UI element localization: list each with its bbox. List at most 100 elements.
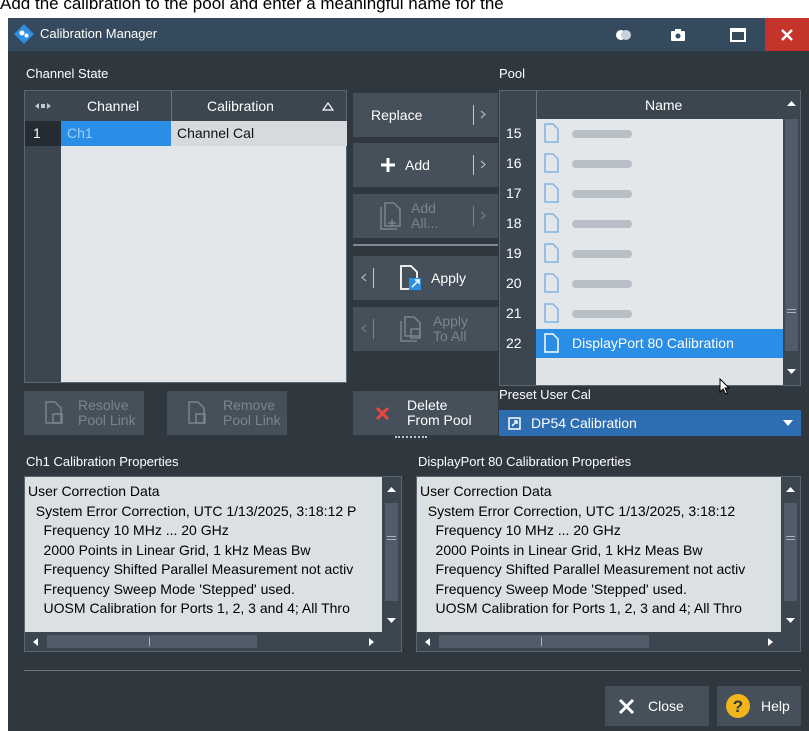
- column-header-name[interactable]: Name: [645, 97, 682, 113]
- scroll-down-icon[interactable]: [386, 617, 397, 624]
- pool-row[interactable]: 21: [500, 299, 783, 328]
- ch1-hscroll-thumb[interactable]: [47, 635, 257, 648]
- scroll-left-icon[interactable]: [32, 637, 39, 647]
- close-button[interactable]: Close: [605, 686, 709, 726]
- blurred-name: [572, 250, 632, 258]
- apply-to-all-button[interactable]: Apply To All: [353, 307, 498, 351]
- pool-name-cell[interactable]: [536, 119, 783, 148]
- calibration-cell[interactable]: Channel Cal: [171, 121, 347, 146]
- scroll-up-icon[interactable]: [386, 486, 397, 493]
- replace-button[interactable]: Replace: [353, 93, 498, 137]
- document-icon: [544, 333, 559, 353]
- help-button[interactable]: ? Help: [717, 686, 801, 726]
- close-window-button[interactable]: [765, 18, 809, 51]
- blurred-name: [572, 160, 632, 168]
- apply-document-icon: [400, 265, 421, 290]
- property-line: 2000 Points in Linear Grid, 1 kHz Meas B…: [28, 541, 311, 558]
- ch1-vertical-scrollbar[interactable]: [382, 477, 401, 632]
- svg-text:?: ?: [733, 697, 743, 716]
- pool-name-cell[interactable]: [536, 149, 783, 178]
- column-header-channel[interactable]: Channel: [87, 98, 139, 114]
- scroll-up-icon[interactable]: [785, 486, 796, 493]
- dp-horizontal-scrollbar[interactable]: [417, 632, 781, 651]
- toggle-theme-button[interactable]: [605, 18, 643, 51]
- apply-all-label-line1: Apply: [433, 313, 469, 329]
- property-line: User Correction Data: [420, 483, 552, 499]
- dp-hscroll-thumb[interactable]: [439, 635, 649, 648]
- scroll-right-icon[interactable]: [767, 637, 774, 647]
- blurred-name: [572, 190, 632, 198]
- property-line: Frequency 10 MHz ... 20 GHz: [28, 522, 229, 538]
- resolve-pool-link-button[interactable]: Resolve Pool Link: [24, 391, 144, 435]
- scroll-right-icon[interactable]: [368, 637, 375, 647]
- column-header-calibration[interactable]: Calibration: [207, 98, 274, 114]
- screenshot-button[interactable]: [659, 18, 697, 51]
- ch1-properties-text: User Correction Data System Error Correc…: [25, 477, 382, 632]
- window-title: Calibration Manager: [40, 26, 158, 41]
- column-resize-icon[interactable]: [34, 101, 52, 111]
- pool-vertical-scrollbar[interactable]: [783, 91, 800, 385]
- pool-name-cell[interactable]: [536, 239, 783, 268]
- add-all-button[interactable]: Add All...: [353, 194, 498, 238]
- property-line: User Correction Data: [28, 483, 160, 499]
- pool-name-cell[interactable]: [536, 209, 783, 238]
- preset-user-cal-select[interactable]: DP54 Calibration: [499, 410, 801, 436]
- toggle-icon: [616, 29, 631, 40]
- document-icon: [544, 273, 559, 293]
- blurred-name: [572, 310, 632, 318]
- scroll-down-icon[interactable]: [785, 617, 796, 624]
- pool-name-cell[interactable]: [536, 269, 783, 298]
- delete-label-line2: From Pool: [407, 412, 472, 428]
- pool-row[interactable]: 20: [500, 269, 783, 298]
- pool-table-header: Name: [500, 91, 783, 119]
- pool-row[interactable]: 19: [500, 239, 783, 268]
- pool-row[interactable]: 22 DisplayPort 80 Calibration: [500, 329, 783, 358]
- row-number: 15: [506, 125, 522, 141]
- chevron-down-icon: [783, 420, 793, 426]
- ch1-horizontal-scrollbar[interactable]: [25, 632, 382, 651]
- add-all-label-line1: Add: [411, 200, 436, 216]
- scroll-left-icon[interactable]: [424, 637, 431, 647]
- document-icon: [544, 213, 559, 233]
- delete-x-icon: [375, 406, 390, 421]
- scroll-up-icon[interactable]: [786, 100, 797, 107]
- document-icon: [544, 183, 559, 203]
- dp-vertical-scrollbar[interactable]: [781, 477, 800, 632]
- table-row[interactable]: 1 Ch1 Channel Cal: [25, 121, 347, 146]
- apply-button[interactable]: Apply: [353, 256, 498, 300]
- pool-scroll-thumb[interactable]: [785, 119, 798, 351]
- row-number: 16: [506, 155, 522, 171]
- resolve-link-document-icon: [45, 401, 63, 424]
- scroll-down-icon[interactable]: [786, 368, 797, 375]
- arrow-left-icon: [361, 273, 367, 282]
- remove-label-line2: Pool Link: [223, 412, 281, 428]
- pool-row[interactable]: 18: [500, 209, 783, 238]
- footer-divider: [24, 670, 801, 671]
- pool-name-cell[interactable]: [536, 179, 783, 208]
- dp-vscroll-thumb[interactable]: [784, 503, 797, 601]
- channel-state-label: Channel State: [26, 66, 109, 81]
- pool-row[interactable]: 16: [500, 149, 783, 178]
- ch1-vscroll-thumb[interactable]: [385, 503, 398, 601]
- add-all-document-icon: [380, 202, 401, 230]
- document-icon: [544, 153, 559, 173]
- add-button[interactable]: Add: [353, 143, 498, 187]
- channel-cell[interactable]: Ch1: [61, 121, 171, 146]
- pool-name-cell[interactable]: [536, 299, 783, 328]
- delete-label-line1: Delete: [407, 397, 448, 413]
- add-label: Add: [405, 157, 430, 173]
- property-line: Frequency 10 MHz ... 20 GHz: [420, 522, 621, 538]
- delete-from-pool-button[interactable]: Delete From Pool: [353, 391, 498, 438]
- maximize-button[interactable]: [719, 18, 757, 51]
- property-line: Frequency Shifted Parallel Measurement n…: [28, 561, 354, 577]
- remove-pool-link-button[interactable]: Remove Pool Link: [167, 391, 287, 435]
- pool-row[interactable]: 17: [500, 179, 783, 208]
- pool-label: Pool: [499, 66, 526, 81]
- blurred-name: [572, 130, 632, 138]
- drag-handle[interactable]: [395, 436, 427, 438]
- property-line: System Error Correction, UTC 1/13/2025, …: [420, 502, 736, 519]
- row-number: 17: [506, 185, 522, 201]
- pool-row[interactable]: 15: [500, 119, 783, 148]
- close-icon: [781, 28, 793, 41]
- pool-name-cell[interactable]: DisplayPort 80 Calibration: [536, 329, 783, 358]
